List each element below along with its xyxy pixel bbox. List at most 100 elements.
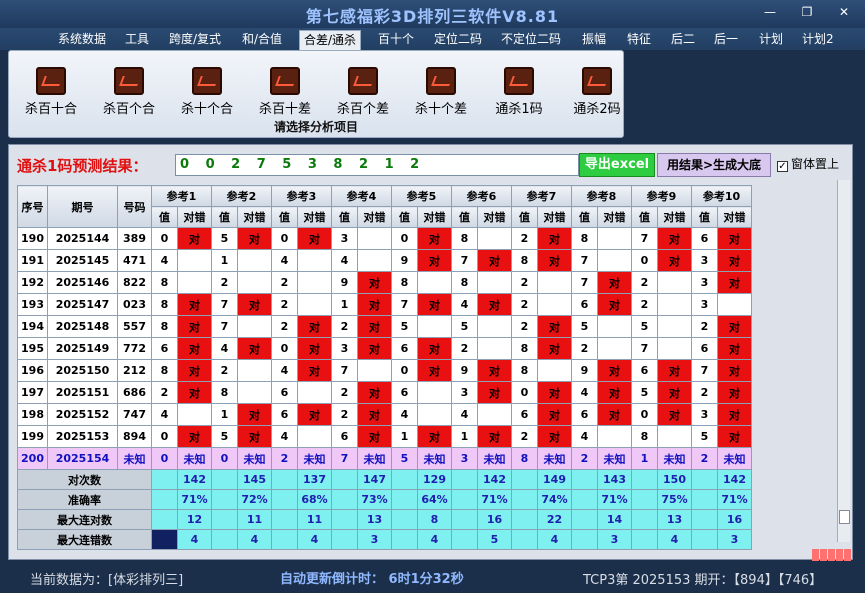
ref-value: 2 <box>631 271 658 294</box>
row-index: 190 <box>17 227 48 250</box>
ribbon-button[interactable]: 杀百个差 <box>328 67 398 117</box>
row-period: 2025152 <box>47 403 118 426</box>
table-row[interactable]: 196 2025150 212 8 对 2 4 对 7 0 对 9 对 8 9 对 6 对 7 对 <box>17 359 752 382</box>
export-excel-button[interactable]: 导出excel <box>579 153 655 177</box>
ref-check: 对 <box>177 381 212 404</box>
chart-icon <box>426 67 456 95</box>
ribbon-button-label: 杀十个差 <box>414 102 467 117</box>
ref-check: 对 <box>357 271 392 294</box>
ref-check: 未知 <box>357 447 392 470</box>
ref-check: 对 <box>417 249 452 272</box>
menu-item[interactable]: 百十个 <box>374 30 418 50</box>
menu-item[interactable]: 工具 <box>121 30 153 50</box>
stat-spacer <box>211 469 238 490</box>
stat-value: 75% <box>657 489 692 510</box>
checkbox-box[interactable]: ✓ <box>777 161 788 172</box>
stat-spacer <box>631 469 658 490</box>
stat-value: 147 <box>357 469 392 490</box>
row-number: 212 <box>117 359 152 382</box>
generate-base-button[interactable]: 用结果>生成大底 <box>657 153 771 177</box>
ref-value: 2 <box>511 425 538 448</box>
ref-value: 2 <box>691 381 718 404</box>
vertical-scrollbar[interactable] <box>837 180 850 542</box>
stat-value: 142 <box>177 469 212 490</box>
table-row[interactable]: 191 2025145 471 4 1 4 4 9 对 7 对 8 对 7 0 对 3 对 <box>17 249 752 272</box>
stat-spacer <box>151 489 178 510</box>
stat-spacer <box>151 469 178 490</box>
ref-value: 2 <box>331 403 358 426</box>
table-row[interactable]: 197 2025151 686 2 对 8 6 2 对 6 3 对 0 对 4 对 5 对 2 对 <box>17 381 752 404</box>
current-row[interactable]: 200 2025154 未知 0 未知 0 未知 2 未知 7 未知 5 未知 3 未知 8 未知 2 未知 1 未知 2… <box>17 447 752 470</box>
stat-value: 8 <box>417 509 452 530</box>
minimize-button[interactable]: — <box>760 5 780 19</box>
table-row[interactable]: 190 2025144 389 0 对 5 对 0 对 3 0 对 8 2 对 8 7 对 6 对 <box>17 227 752 250</box>
close-button[interactable]: ✕ <box>834 5 854 19</box>
ribbon-button-label: 通杀2码 <box>573 102 621 117</box>
table-row[interactable]: 192 2025146 822 8 2 2 9 对 8 8 2 7 对 2 3 对 <box>17 271 752 294</box>
ref-header: 参考2 <box>211 185 272 207</box>
ref-check: 对 <box>297 337 332 360</box>
ref-check <box>717 293 752 316</box>
prediction-field[interactable]: 0 0 2 7 5 3 8 2 1 2 <box>175 154 579 176</box>
stat-spacer <box>331 529 358 550</box>
ribbon-button[interactable]: 杀百十合 <box>16 67 86 117</box>
ribbon-button[interactable]: 通杀1码 <box>484 67 554 117</box>
stat-spacer <box>511 529 538 550</box>
ref-check <box>357 227 392 250</box>
table-row[interactable]: 194 2025148 557 8 对 7 2 对 2 对 5 5 2 对 5 5 2 对 <box>17 315 752 338</box>
menu-item[interactable]: 系统数据 <box>54 30 110 50</box>
ref-value: 2 <box>511 315 538 338</box>
ribbon-button[interactable]: 通杀2码 <box>562 67 632 117</box>
ribbon-button[interactable]: 杀十个差 <box>406 67 476 117</box>
stat-spacer <box>691 489 718 510</box>
menu-item[interactable]: 后一 <box>710 30 742 50</box>
menu-item[interactable]: 计划2 <box>798 30 838 50</box>
ref-check: 未知 <box>537 447 572 470</box>
table-row[interactable]: 195 2025149 772 6 对 4 对 0 对 3 对 6 对 2 8 对 2 7 6 对 <box>17 337 752 360</box>
table-row[interactable]: 193 2025147 023 8 对 7 对 2 1 对 7 对 4 对 2 6 对 2 3 <box>17 293 752 316</box>
title-bar: 第七感福彩3D排列三软件V8.81 — ❐ ✕ <box>0 0 865 28</box>
ref-value: 7 <box>391 293 418 316</box>
menu-item[interactable]: 定位二码 <box>430 30 486 50</box>
ribbon-button[interactable]: 杀百个合 <box>94 67 164 117</box>
ref-value: 3 <box>691 249 718 272</box>
ref-value: 4 <box>271 359 298 382</box>
menu-item[interactable]: 不定位二码 <box>497 30 565 50</box>
on-top-checkbox[interactable]: ✓ 窗体置上 <box>777 155 839 172</box>
ref-check <box>477 315 512 338</box>
ref-header: 参考4 <box>331 185 392 207</box>
menu-item[interactable]: 特征 <box>623 30 655 50</box>
ref-value: 0 <box>211 447 238 470</box>
stat-spacer <box>331 469 358 490</box>
row-period: 2025153 <box>47 425 118 448</box>
ref-check: 对 <box>717 359 752 382</box>
stat-row: 最大连对数 12 11 11 13 8 16 22 14 13 16 <box>17 509 752 530</box>
ref-check <box>477 403 512 426</box>
ribbon-button[interactable]: 杀十个合 <box>172 67 242 117</box>
stat-value: 3 <box>717 529 752 550</box>
scrollbar-thumb[interactable] <box>839 510 850 524</box>
menu-item[interactable]: 合差/通杀 <box>299 30 362 50</box>
row-period: 2025147 <box>47 293 118 316</box>
ref-value: 7 <box>691 359 718 382</box>
table-row[interactable]: 198 2025152 747 4 1 对 6 对 2 对 4 4 6 对 6 对 0 对 3 对 <box>17 403 752 426</box>
stat-spacer <box>271 469 298 490</box>
ref-value: 1 <box>631 447 658 470</box>
ref-value: 0 <box>631 403 658 426</box>
menu-item[interactable]: 计划 <box>755 30 787 50</box>
restore-button[interactable]: ❐ <box>797 5 817 19</box>
table-row[interactable]: 199 2025153 894 0 对 5 对 4 6 对 1 对 1 对 2 对 4 8 5 对 <box>17 425 752 448</box>
ref-check: 对 <box>657 359 692 382</box>
row-period: 2025145 <box>47 249 118 272</box>
ref-check <box>417 315 452 338</box>
ref-check: 对 <box>537 381 572 404</box>
ref-value: 4 <box>571 425 598 448</box>
ribbon-button[interactable]: 杀百十差 <box>250 67 320 117</box>
menu-item[interactable]: 后二 <box>667 30 699 50</box>
menu-item[interactable]: 振幅 <box>578 30 610 50</box>
menu-item[interactable]: 跨度/复式 <box>165 30 225 50</box>
menu-item[interactable]: 和/合值 <box>238 30 286 50</box>
ref-check <box>237 271 272 294</box>
ref-check: 对 <box>717 227 752 250</box>
stat-value: 4 <box>177 529 212 550</box>
